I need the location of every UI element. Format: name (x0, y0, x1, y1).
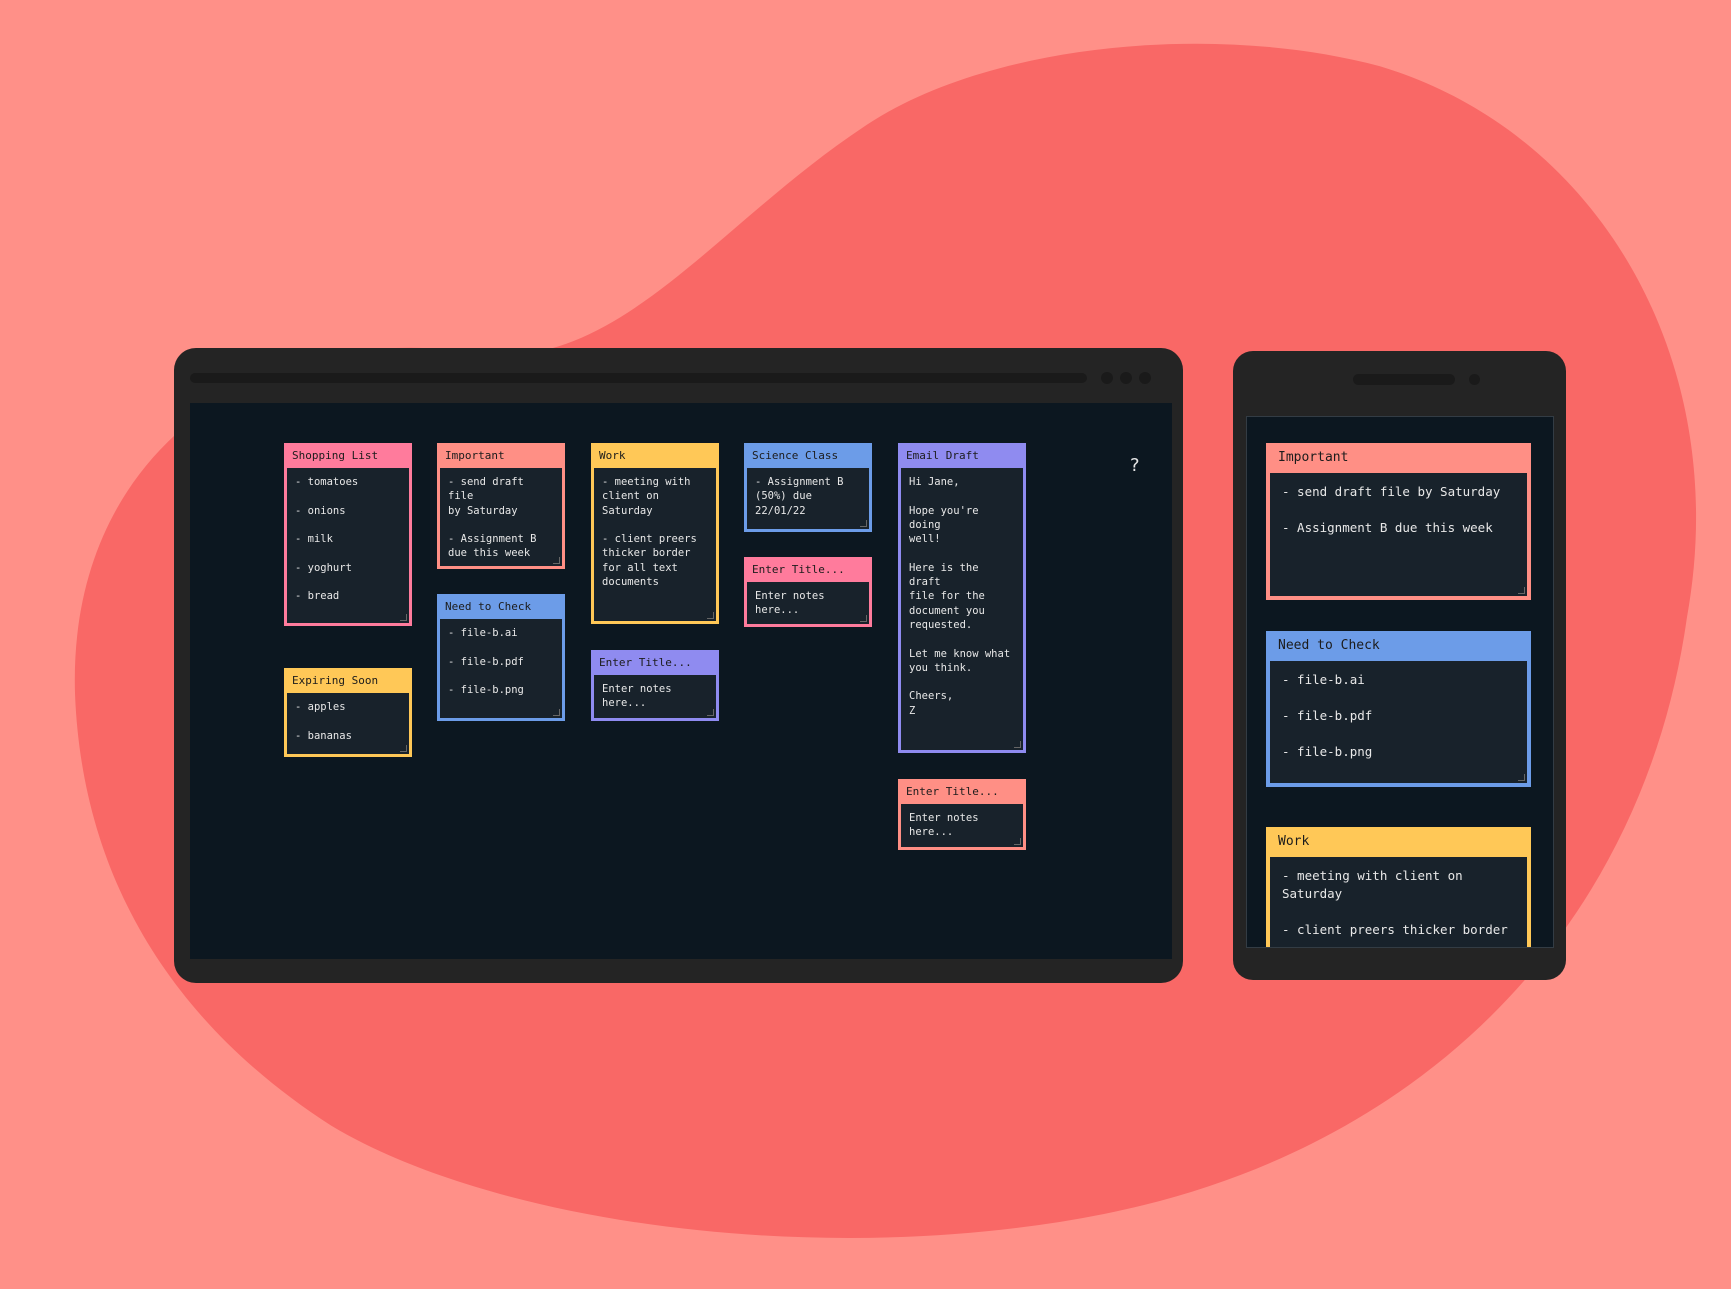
note-title-input[interactable]: Important (1270, 443, 1527, 473)
phone-speaker (1353, 374, 1455, 385)
note-body-text: - file-b.ai - file-b.pdf - file-b.png (1282, 672, 1373, 759)
note-body-textarea[interactable]: - send draft file by Saturday - Assignme… (1270, 473, 1527, 596)
desktop-notes-board: ? Shopping List - tomatoes - onions - mil… (190, 403, 1172, 959)
resize-handle-icon[interactable] (553, 709, 560, 716)
note-title-input[interactable]: Expiring Soon (287, 668, 409, 693)
note-title-input[interactable]: Enter Title... (747, 557, 869, 582)
note-body-text: - meeting with client on Saturday - clie… (602, 476, 697, 589)
window-dot-icon (1101, 372, 1113, 384)
resize-handle-icon[interactable] (1014, 741, 1021, 748)
note-important[interactable]: Important - send draft file by Saturday -… (437, 443, 565, 569)
phone-camera-icon (1469, 374, 1480, 385)
note-science-class[interactable]: Science Class - Assignment B (50%) due 22… (744, 443, 872, 532)
note-body-text: Enter notes here... (602, 683, 672, 710)
note-email-draft[interactable]: Email Draft Hi Jane, Hope you're doing we… (898, 443, 1026, 753)
note-new-note-pink[interactable]: Enter Title... Enter notes here... (744, 557, 872, 627)
note-shopping-list[interactable]: Shopping List - tomatoes - onions - milk … (284, 443, 412, 626)
resize-handle-icon[interactable] (400, 614, 407, 621)
note-need-to-check[interactable]: Need to Check - file-b.ai - file-b.pdf - … (437, 594, 565, 721)
mobile-notes-board: Important - send draft file by Saturday -… (1246, 416, 1554, 948)
note-body-text: - Assignment B (50%) due 22/01/22 (755, 476, 844, 517)
resize-handle-icon[interactable] (860, 615, 867, 622)
note-work[interactable]: Work - meeting with client on Saturday - … (1266, 827, 1531, 947)
desktop-browser-mockup: ? Shopping List - tomatoes - onions - mil… (174, 348, 1183, 983)
note-title-input[interactable]: Need to Check (1270, 631, 1527, 661)
note-new-note-salmon[interactable]: Enter Title... Enter notes here... (898, 779, 1026, 850)
resize-handle-icon[interactable] (1518, 587, 1525, 594)
note-title-input[interactable]: Email Draft (901, 443, 1023, 468)
note-body-text: - send draft file by Saturday - Assignme… (1282, 484, 1501, 535)
note-title-input[interactable]: Science Class (747, 443, 869, 468)
note-body-textarea[interactable]: Enter notes here... (901, 804, 1023, 847)
mobile-phone-mockup: Important - send draft file by Saturday -… (1233, 351, 1566, 980)
note-title-input[interactable]: Important (440, 443, 562, 468)
address-bar[interactable] (190, 373, 1087, 383)
resize-handle-icon[interactable] (1518, 774, 1525, 781)
note-title-input[interactable]: Need to Check (440, 594, 562, 619)
note-body-textarea[interactable]: - send draft file by Saturday - Assignme… (440, 468, 562, 566)
note-body-textarea[interactable]: - file-b.ai - file-b.pdf - file-b.png (1270, 661, 1527, 783)
window-dot-icon (1120, 372, 1132, 384)
note-body-textarea[interactable]: Enter notes here... (594, 675, 716, 718)
note-important[interactable]: Important - send draft file by Saturday -… (1266, 443, 1531, 600)
note-title-input[interactable]: Enter Title... (594, 650, 716, 675)
note-new-note-purple[interactable]: Enter Title... Enter notes here... (591, 650, 719, 721)
note-body-text: - meeting with client on Saturday - clie… (1282, 868, 1508, 937)
resize-handle-icon[interactable] (1014, 838, 1021, 845)
note-title-input[interactable]: Enter Title... (901, 779, 1023, 804)
note-body-textarea[interactable]: - meeting with client on Saturday - clie… (594, 468, 716, 621)
note-body-textarea[interactable]: - apples - bananas (287, 693, 409, 754)
note-body-text: - tomatoes - onions - milk - yoghurt - b… (295, 476, 359, 603)
note-need-to-check[interactable]: Need to Check - file-b.ai - file-b.pdf - … (1266, 631, 1531, 787)
resize-handle-icon[interactable] (860, 520, 867, 527)
note-body-textarea[interactable]: - Assignment B (50%) due 22/01/22 (747, 468, 869, 529)
note-body-text: - send draft file by Saturday - Assignme… (448, 476, 537, 560)
note-body-textarea[interactable]: - meeting with client on Saturday - clie… (1270, 857, 1527, 947)
note-body-text: - apples - bananas (295, 701, 352, 742)
resize-handle-icon[interactable] (400, 745, 407, 752)
note-body-text: Hi Jane, Hope you're doing well! Here is… (909, 476, 1011, 717)
note-expiring-soon[interactable]: Expiring Soon - apples - bananas (284, 668, 412, 757)
note-body-textarea[interactable]: - tomatoes - onions - milk - yoghurt - b… (287, 468, 409, 623)
note-work[interactable]: Work - meeting with client on Saturday - … (591, 443, 719, 624)
note-body-textarea[interactable]: - file-b.ai - file-b.pdf - file-b.png (440, 619, 562, 718)
note-body-text: Enter notes here... (755, 590, 825, 617)
resize-handle-icon[interactable] (707, 612, 714, 619)
resize-handle-icon[interactable] (553, 557, 560, 564)
resize-handle-icon[interactable] (707, 709, 714, 716)
window-dot-icon (1139, 372, 1151, 384)
note-title-input[interactable]: Work (594, 443, 716, 468)
help-button[interactable]: ? (1130, 455, 1140, 476)
note-title-input[interactable]: Shopping List (287, 443, 409, 468)
note-body-text: Enter notes here... (909, 812, 979, 839)
note-body-textarea[interactable]: Hi Jane, Hope you're doing well! Here is… (901, 468, 1023, 750)
note-title-input[interactable]: Work (1270, 827, 1527, 857)
note-body-text: - file-b.ai - file-b.pdf - file-b.png (448, 627, 524, 697)
note-body-textarea[interactable]: Enter notes here... (747, 582, 869, 624)
